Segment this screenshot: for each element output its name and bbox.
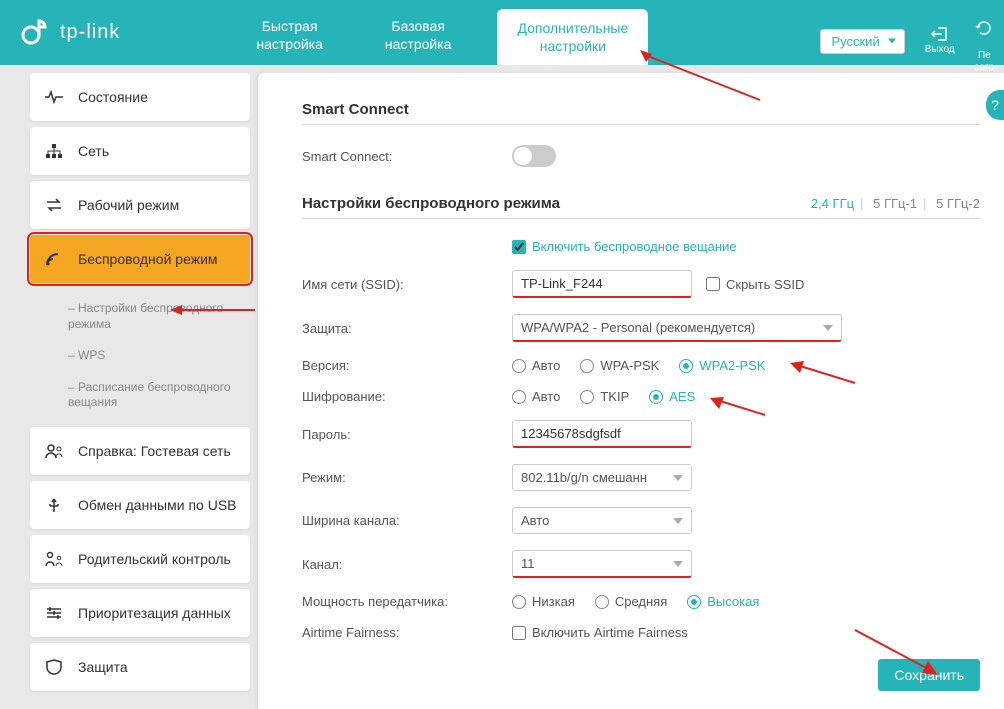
save-button[interactable]: Сохранить: [878, 659, 980, 691]
shield-icon: [42, 657, 66, 677]
band-tabs: 2,4 ГГц| 5 ГГц-1| 5 ГГц-2: [811, 196, 980, 211]
sidebar-item-status[interactable]: Состояние: [30, 73, 250, 121]
smart-connect-title: Smart Connect: [302, 101, 980, 118]
logo-icon: [20, 17, 52, 49]
power-low[interactable]: Низкая: [512, 594, 575, 609]
sidebar-item-opmode[interactable]: Рабочий режим: [30, 181, 250, 229]
enable-wireless-checkbox[interactable]: Включить беспроводное вещание: [512, 239, 737, 254]
sidebar-label: Сеть: [78, 143, 238, 160]
header-right: Русский Выход Пе загр: [810, 0, 1004, 82]
ssid-input[interactable]: [512, 270, 692, 298]
enc-auto[interactable]: Авто: [512, 389, 560, 404]
main-tabs: Быстрая настройка Базовая настройка Допо…: [240, 0, 648, 65]
guest-icon: [42, 441, 66, 461]
sidebar-label: Родительский контроль: [78, 551, 238, 568]
encryption-label: Шифрование:: [302, 389, 512, 404]
wifi-icon: [42, 249, 66, 269]
version-auto[interactable]: Авто: [512, 358, 560, 373]
pulse-icon: [42, 87, 66, 107]
power-high[interactable]: Высокая: [687, 594, 759, 609]
band-5-1[interactable]: 5 ГГц-1: [873, 196, 917, 211]
header: tp-link Быстрая настройка Базовая настро…: [0, 0, 1004, 65]
usb-icon: [42, 495, 66, 515]
band-5-2[interactable]: 5 ГГц-2: [936, 196, 980, 211]
ssid-label: Имя сети (SSID):: [302, 277, 512, 292]
sidebar-label: Справка: Гостевая сеть: [78, 443, 238, 460]
parental-icon: [42, 549, 66, 569]
wireless-settings-title: Настройки беспроводного режима: [302, 195, 560, 212]
brand-text: tp-link: [60, 21, 120, 44]
security-select[interactable]: WPA/WPA2 - Personal (рекомендуется): [512, 314, 842, 342]
priority-icon: [42, 603, 66, 623]
content-panel: Smart Connect Smart Connect: Настройки б…: [258, 73, 1004, 709]
version-wpa[interactable]: WPA-PSK: [580, 358, 659, 373]
sidebar-label: Защита: [78, 659, 238, 676]
hide-ssid-label: Скрыть SSID: [726, 277, 804, 292]
sidebar-item-network[interactable]: Сеть: [30, 127, 250, 175]
mode-label: Режим:: [302, 470, 512, 485]
logout-label: Выход: [925, 44, 955, 55]
sidebar-item-security[interactable]: Защита: [30, 643, 250, 691]
hide-ssid-checkbox[interactable]: Скрыть SSID: [706, 277, 804, 292]
submenu-wps[interactable]: WPS: [56, 340, 250, 372]
smart-connect-toggle[interactable]: [512, 145, 556, 167]
sidebar-label: Приоритезация данных: [78, 605, 238, 622]
atf-label: Airtime Fairness:: [302, 625, 512, 640]
password-label: Пароль:: [302, 427, 512, 442]
version-label: Версия:: [302, 358, 512, 373]
submenu-schedule[interactable]: Расписание беспроводного вещания: [56, 372, 250, 419]
smart-connect-label: Smart Connect:: [302, 149, 512, 164]
sidebar-label: Состояние: [78, 89, 238, 106]
logout-button[interactable]: Выход: [925, 26, 955, 56]
logo: tp-link: [20, 17, 120, 49]
security-label: Защита:: [302, 321, 512, 336]
tab-basic[interactable]: Базовая настройка: [369, 9, 468, 65]
enc-tkip[interactable]: TKIP: [580, 389, 629, 404]
enable-wireless-label: Включить беспроводное вещание: [532, 239, 737, 254]
network-icon: [42, 141, 66, 161]
mode-select[interactable]: 802.11b/g/n смешанн: [512, 464, 692, 491]
atf-checkbox[interactable]: Включить Airtime Fairness: [512, 625, 688, 640]
sidebar-item-wireless[interactable]: Беспроводной режим: [30, 235, 250, 283]
sidebar-item-parental[interactable]: Родительский контроль: [30, 535, 250, 583]
submenu-wireless-settings[interactable]: Настройки беспроводного режима: [56, 293, 250, 340]
wireless-submenu: Настройки беспроводного режима WPS Распи…: [30, 289, 250, 427]
power-label: Мощность передатчика:: [302, 594, 512, 609]
power-medium[interactable]: Средняя: [595, 594, 667, 609]
band-24[interactable]: 2,4 ГГц: [811, 196, 854, 211]
sidebar-item-qos[interactable]: Приоритезация данных: [30, 589, 250, 637]
reboot-button[interactable]: Пе загр: [975, 8, 994, 74]
sidebar-label: Обмен данными по USB: [78, 497, 238, 514]
tab-advanced[interactable]: Дополнительные настройки: [497, 9, 648, 65]
version-wpa2[interactable]: WPA2-PSK: [679, 358, 765, 373]
width-select[interactable]: Авто: [512, 507, 692, 534]
sidebar-label: Рабочий режим: [78, 197, 238, 214]
channel-select[interactable]: 11: [512, 550, 692, 578]
sidebar-label: Беспроводной режим: [78, 251, 238, 268]
sidebar-item-guest[interactable]: Справка: Гостевая сеть: [30, 427, 250, 475]
security-value: WPA/WPA2 - Personal (рекомендуется): [521, 320, 755, 335]
enc-aes[interactable]: AES: [649, 389, 695, 404]
channel-label: Канал:: [302, 557, 512, 572]
width-label: Ширина канала:: [302, 513, 512, 528]
swap-icon: [42, 195, 66, 215]
language-select[interactable]: Русский: [820, 29, 904, 54]
password-input[interactable]: [512, 420, 692, 448]
sidebar: Состояние Сеть Рабочий режим Беспроводно…: [0, 65, 258, 709]
sidebar-item-usb[interactable]: Обмен данными по USB: [30, 481, 250, 529]
reboot-label: Пе загр: [975, 50, 994, 73]
tab-quick-setup[interactable]: Быстрая настройка: [240, 9, 339, 65]
